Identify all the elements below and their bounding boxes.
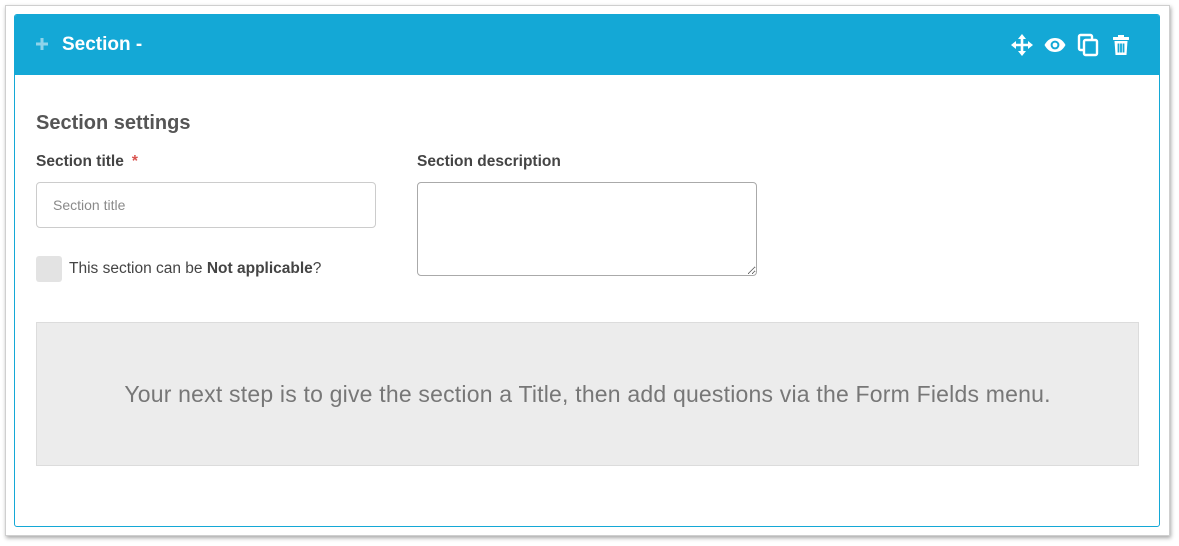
not-applicable-label-prefix: This section can be — [69, 260, 207, 277]
section-title-input[interactable] — [36, 182, 376, 228]
section-title-label: Section title * — [36, 152, 138, 172]
trash-icon[interactable] — [1109, 33, 1133, 57]
move-icon[interactable] — [1010, 33, 1034, 57]
section-title-label-text: Section title — [36, 153, 124, 170]
section-header-actions — [1001, 33, 1133, 57]
section-description-label: Section description — [417, 153, 561, 170]
section-description-textarea[interactable] — [417, 182, 757, 276]
next-step-hint-text: Your next step is to give the section a … — [124, 380, 1051, 407]
not-applicable-checkbox[interactable] — [36, 256, 62, 282]
required-marker: * — [131, 153, 138, 170]
not-applicable-label-emphasis: Not applicable — [206, 260, 313, 277]
preview-eye-icon[interactable] — [1043, 33, 1067, 57]
section-header-title: Section - — [62, 34, 143, 55]
section-card: Section - Section settings Section title… — [14, 14, 1160, 527]
not-applicable-label[interactable]: This section can be Not applicable? — [69, 259, 321, 279]
section-header: Section - — [15, 15, 1159, 75]
section-settings-heading: Section settings — [36, 112, 191, 134]
expand-icon[interactable] — [35, 37, 49, 51]
next-step-hint-box: Your next step is to give the section a … — [36, 322, 1139, 466]
duplicate-icon[interactable] — [1076, 33, 1100, 57]
not-applicable-label-suffix: ? — [312, 260, 322, 277]
